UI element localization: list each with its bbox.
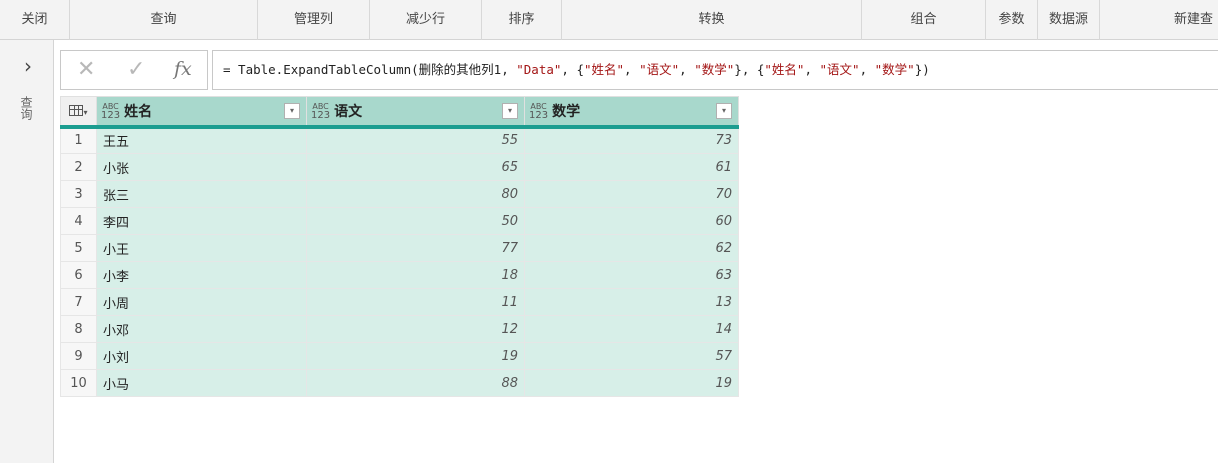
table-row[interactable]: 9 小刘 19 57	[60, 342, 739, 370]
cell-math[interactable]: 19	[524, 369, 739, 397]
row-number[interactable]: 6	[60, 261, 97, 289]
table-row[interactable]: 6 小李 18 63	[60, 261, 739, 289]
table-row[interactable]: 1 王五 55 73	[60, 126, 739, 154]
cell-math[interactable]: 70	[524, 180, 739, 208]
cell-chinese[interactable]: 80	[306, 180, 525, 208]
ribbon-group-sort[interactable]: 排序	[482, 0, 562, 40]
fx-icon[interactable]: fx	[174, 58, 192, 80]
checkmark-icon[interactable]: ✓	[127, 59, 145, 81]
ribbon-group-parameters[interactable]: 参数	[986, 0, 1038, 40]
any-type-icon: ABC 123	[529, 101, 549, 121]
formula-bar: ✕ ✓ fx = Table.ExpandTableColumn(删除的其他列1…	[60, 50, 1218, 90]
ribbon-group-new-query[interactable]: 新建查	[1100, 0, 1218, 40]
cell-chinese[interactable]: 12	[306, 315, 525, 343]
ribbon-group-close[interactable]: 关闭	[0, 0, 70, 40]
chevron-right-icon[interactable]: ›	[18, 56, 38, 76]
cell-name[interactable]: 小马	[96, 369, 307, 397]
ribbon-group-manage-columns[interactable]: 管理列	[258, 0, 370, 40]
formula-buttons: ✕ ✓ fx	[60, 50, 208, 90]
row-number[interactable]: 3	[60, 180, 97, 208]
cell-name[interactable]: 小刘	[96, 342, 307, 370]
column-header-name[interactable]: ABC 123 姓名 ▾	[96, 96, 307, 129]
row-number[interactable]: 10	[60, 369, 97, 397]
ribbon-group-transform[interactable]: 转换	[562, 0, 862, 40]
cell-chinese[interactable]: 88	[306, 369, 525, 397]
ribbon: 关闭 查询 管理列 减少行 排序 转换 组合 参数 数据源 新建查	[0, 0, 1218, 40]
data-grid: ▾ ABC 123 姓名 ▾ ABC 123 语文 ▾ ABC 123 数学 ▾ 1 王五 55…	[60, 96, 739, 397]
cell-math[interactable]: 14	[524, 315, 739, 343]
cell-math[interactable]: 57	[524, 342, 739, 370]
cell-name[interactable]: 小张	[96, 153, 307, 181]
table-icon	[69, 105, 84, 117]
cell-math[interactable]: 63	[524, 261, 739, 289]
ribbon-group-query[interactable]: 查询	[70, 0, 258, 40]
cell-chinese[interactable]: 18	[306, 261, 525, 289]
row-number[interactable]: 8	[60, 315, 97, 343]
table-menu-button[interactable]: ▾	[60, 96, 97, 129]
cell-math[interactable]: 73	[524, 126, 739, 154]
filter-dropdown-icon[interactable]: ▾	[716, 103, 732, 119]
row-number[interactable]: 2	[60, 153, 97, 181]
table-row[interactable]: 2 小张 65 61	[60, 153, 739, 181]
row-number[interactable]: 9	[60, 342, 97, 370]
row-number[interactable]: 7	[60, 288, 97, 316]
cell-math[interactable]: 61	[524, 153, 739, 181]
row-number[interactable]: 1	[60, 126, 97, 154]
cell-chinese[interactable]: 50	[306, 207, 525, 235]
formula-input[interactable]: = Table.ExpandTableColumn(删除的其他列1, "Data…	[212, 50, 1218, 90]
row-number[interactable]: 4	[60, 207, 97, 235]
table-row[interactable]: 7 小周 11 13	[60, 288, 739, 316]
cell-math[interactable]: 13	[524, 288, 739, 316]
row-number[interactable]: 5	[60, 234, 97, 262]
cell-chinese[interactable]: 65	[306, 153, 525, 181]
header-row: ▾ ABC 123 姓名 ▾ ABC 123 语文 ▾ ABC 123 数学 ▾	[60, 96, 739, 129]
column-title-name: 姓名	[124, 103, 153, 120]
cell-name[interactable]: 小王	[96, 234, 307, 262]
cell-chinese[interactable]: 19	[306, 342, 525, 370]
queries-pane: › 查询	[0, 40, 54, 463]
table-row[interactable]: 4 李四 50 60	[60, 207, 739, 235]
cell-name[interactable]: 小李	[96, 261, 307, 289]
cell-chinese[interactable]: 55	[306, 126, 525, 154]
column-header-chinese[interactable]: ABC 123 语文 ▾	[306, 96, 525, 129]
cell-chinese[interactable]: 77	[306, 234, 525, 262]
table-row[interactable]: 8 小邓 12 14	[60, 315, 739, 343]
ribbon-group-combine[interactable]: 组合	[862, 0, 986, 40]
filter-dropdown-icon[interactable]: ▾	[284, 103, 300, 119]
column-header-math[interactable]: ABC 123 数学 ▾	[524, 96, 739, 129]
column-title-chinese: 语文	[334, 103, 363, 120]
cancel-icon[interactable]: ✕	[77, 59, 95, 81]
cell-name[interactable]: 小邓	[96, 315, 307, 343]
any-type-icon: ABC 123	[101, 101, 121, 121]
cell-name[interactable]: 王五	[96, 126, 307, 154]
filter-dropdown-icon[interactable]: ▾	[502, 103, 518, 119]
table-row[interactable]: 3 张三 80 70	[60, 180, 739, 208]
cell-name[interactable]: 李四	[96, 207, 307, 235]
any-type-icon: ABC 123	[311, 101, 331, 121]
ribbon-group-reduce-rows[interactable]: 减少行	[370, 0, 482, 40]
table-row[interactable]: 5 小王 77 62	[60, 234, 739, 262]
chevron-down-icon: ▾	[83, 107, 88, 117]
table-row[interactable]: 10 小马 88 19	[60, 369, 739, 397]
ribbon-group-data-sources[interactable]: 数据源	[1038, 0, 1100, 40]
cell-name[interactable]: 小周	[96, 288, 307, 316]
cell-math[interactable]: 60	[524, 207, 739, 235]
column-title-math: 数学	[552, 103, 581, 120]
queries-pane-label: 查询	[19, 96, 33, 120]
cell-chinese[interactable]: 11	[306, 288, 525, 316]
cell-math[interactable]: 62	[524, 234, 739, 262]
cell-name[interactable]: 张三	[96, 180, 307, 208]
